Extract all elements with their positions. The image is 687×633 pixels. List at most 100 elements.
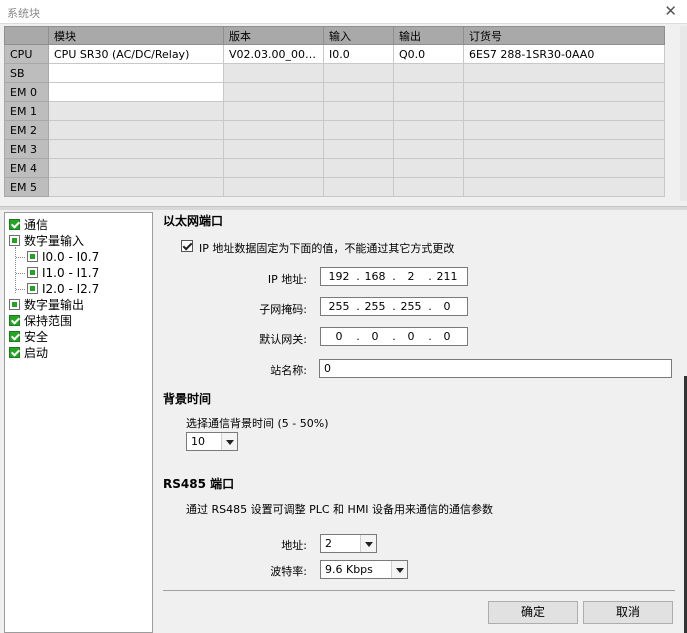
order-cell[interactable]	[463, 177, 665, 197]
output-cell[interactable]	[393, 139, 464, 159]
output-cell[interactable]	[393, 63, 464, 83]
tree-connector	[15, 247, 16, 293]
input-cell[interactable]	[323, 158, 394, 178]
input-cell[interactable]: I0.0	[323, 44, 394, 64]
order-cell[interactable]: 6ES7 288-1SR30-0AA0	[463, 44, 665, 64]
gateway-field[interactable]: 0 . 0 . 0 . 0	[320, 327, 468, 346]
gateway-octet[interactable]: 0	[361, 330, 389, 343]
gateway-octet[interactable]: 0	[325, 330, 353, 343]
module-cell[interactable]	[48, 177, 224, 197]
input-cell[interactable]	[323, 120, 394, 140]
cancel-button[interactable]: 取消	[583, 601, 673, 624]
tree-item-startup[interactable]: 启动	[9, 345, 48, 361]
order-cell[interactable]	[463, 101, 665, 121]
tree-item-i2[interactable]: I2.0 - I2.7	[27, 281, 99, 297]
check-icon	[9, 347, 20, 358]
ip-octet[interactable]: 168	[361, 270, 389, 283]
order-cell[interactable]	[463, 139, 665, 159]
ok-button[interactable]: 确定	[488, 601, 578, 624]
module-cell[interactable]	[48, 139, 224, 159]
subnet-mask-field[interactable]: 255 . 255 . 255 . 0	[320, 297, 468, 316]
version-cell[interactable]	[223, 139, 324, 159]
table-row[interactable]: EM 5	[4, 177, 665, 197]
table-row[interactable]: SB	[4, 63, 665, 83]
module-cell[interactable]	[48, 82, 224, 102]
rs485-description: 通过 RS485 设置可调整 PLC 和 HMI 设备用来通信的通信参数	[186, 503, 494, 516]
chevron-down-icon[interactable]	[391, 561, 407, 578]
ip-octet[interactable]: 211	[433, 270, 461, 283]
output-cell[interactable]	[393, 82, 464, 102]
version-cell[interactable]	[223, 82, 324, 102]
order-cell[interactable]	[463, 158, 665, 178]
version-cell[interactable]	[223, 63, 324, 83]
col-header-order: 订货号	[463, 26, 665, 45]
output-cell[interactable]: Q0.0	[393, 44, 464, 64]
input-cell[interactable]	[323, 101, 394, 121]
gateway-octet[interactable]: 0	[433, 330, 461, 343]
table-row[interactable]: EM 1	[4, 101, 665, 121]
order-cell[interactable]	[463, 82, 665, 102]
tree-item-digital-input[interactable]: 数字量输入	[9, 233, 84, 249]
slot-cell: EM 3	[4, 139, 49, 159]
module-cell[interactable]	[48, 63, 224, 83]
version-cell[interactable]	[223, 120, 324, 140]
module-cell[interactable]	[48, 120, 224, 140]
table-row[interactable]: EM 3	[4, 139, 665, 159]
chevron-down-icon[interactable]	[221, 433, 237, 450]
tree-connector	[16, 273, 25, 274]
module-cell[interactable]	[48, 101, 224, 121]
col-header-version: 版本	[223, 26, 324, 45]
tree-item-security[interactable]: 安全	[9, 329, 48, 345]
version-cell[interactable]	[223, 158, 324, 178]
module-cell[interactable]	[48, 158, 224, 178]
ip-octet[interactable]: 192	[325, 270, 353, 283]
baud-rate-select[interactable]: 9.6 Kbps	[320, 560, 408, 579]
tree-item-label: 数字量输入	[24, 234, 85, 248]
slot-cell: CPU	[4, 44, 49, 64]
station-name-input[interactable]: 0	[319, 359, 672, 378]
chevron-down-icon[interactable]	[360, 535, 376, 552]
mask-octet[interactable]: 255	[361, 300, 389, 313]
ip-octet[interactable]: 2	[397, 270, 425, 283]
gateway-octet[interactable]: 0	[397, 330, 425, 343]
input-cell[interactable]	[323, 63, 394, 83]
tree-item-retentive[interactable]: 保持范围	[9, 313, 72, 329]
tree-item-i0[interactable]: I0.0 - I0.7	[27, 249, 99, 265]
partial-check-icon	[27, 267, 38, 278]
tree-item-i1[interactable]: I1.0 - I1.7	[27, 265, 99, 281]
module-cell[interactable]: CPU SR30 (AC/DC/Relay)	[48, 44, 224, 64]
background-time-select[interactable]: 10	[186, 432, 238, 451]
table-row[interactable]: CPU CPU SR30 (AC/DC/Relay) V02.03.00_00.…	[4, 44, 665, 64]
gateway-label: 默认网关:	[259, 333, 307, 346]
mask-octet[interactable]: 255	[397, 300, 425, 313]
table-row[interactable]: EM 4	[4, 158, 665, 178]
module-table: 模块 版本 输入 输出 订货号 CPU CPU SR30 (AC/DC/Rela…	[4, 26, 665, 197]
slot-cell: EM 2	[4, 120, 49, 140]
order-cell[interactable]	[463, 120, 665, 140]
mask-octet[interactable]: 0	[433, 300, 461, 313]
output-cell[interactable]	[393, 177, 464, 197]
input-cell[interactable]	[323, 177, 394, 197]
version-cell[interactable]	[223, 177, 324, 197]
version-cell[interactable]	[223, 101, 324, 121]
ip-address-field[interactable]: 192 . 168 . 2 . 211	[320, 267, 468, 286]
rs485-heading: RS485 端口	[163, 477, 235, 491]
output-cell[interactable]	[393, 101, 464, 121]
table-row[interactable]: EM 2	[4, 120, 665, 140]
close-icon[interactable]: ✕	[664, 2, 677, 20]
tree-item-communication[interactable]: 通信	[9, 217, 48, 233]
mask-octet[interactable]: 255	[325, 300, 353, 313]
output-cell[interactable]	[393, 158, 464, 178]
version-cell[interactable]: V02.03.00_00.00...	[223, 44, 324, 64]
fixed-ip-checkbox[interactable]	[181, 240, 193, 252]
table-scrollbar[interactable]	[680, 26, 687, 201]
order-cell[interactable]	[463, 63, 665, 83]
output-cell[interactable]	[393, 120, 464, 140]
table-row[interactable]: EM 0	[4, 82, 665, 102]
input-cell[interactable]	[323, 139, 394, 159]
address-select[interactable]: 2	[320, 534, 377, 553]
address-value: 2	[325, 537, 332, 550]
tree-item-digital-output[interactable]: 数字量输出	[9, 297, 84, 313]
partial-check-icon	[9, 235, 20, 246]
input-cell[interactable]	[323, 82, 394, 102]
